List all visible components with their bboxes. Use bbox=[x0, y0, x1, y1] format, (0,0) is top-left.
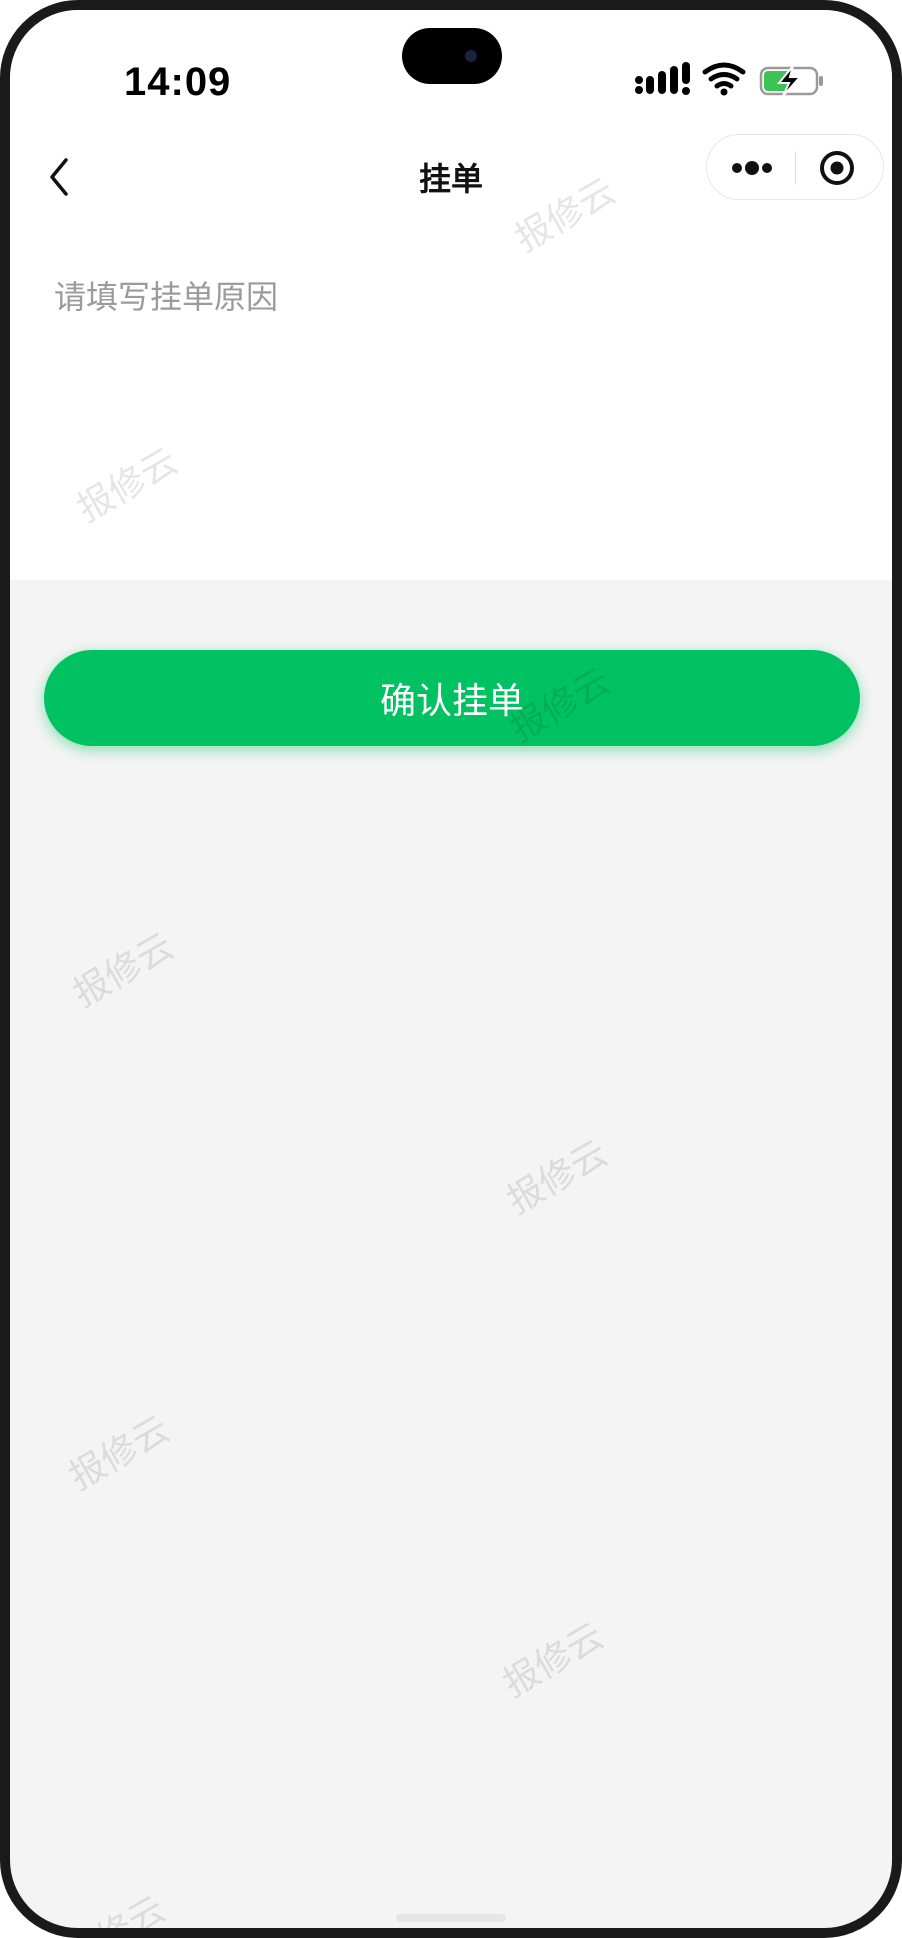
status-time: 14:09 bbox=[124, 60, 232, 104]
status-icons bbox=[635, 62, 823, 97]
watermark: 报修云 bbox=[500, 1132, 615, 1223]
reason-textarea[interactable] bbox=[54, 260, 854, 562]
confirm-hang-order-button[interactable]: 确认挂单 bbox=[44, 650, 860, 746]
wifi-icon bbox=[702, 62, 746, 89]
watermark: 报修云 bbox=[58, 1888, 173, 1938]
form-area: 14:09 挂单 请填写挂单原因 bbox=[10, 10, 892, 580]
watermark: 报修云 bbox=[496, 1615, 611, 1706]
battery-charging-icon bbox=[759, 65, 823, 97]
mini-program-capsule bbox=[706, 134, 884, 200]
home-indicator bbox=[396, 1914, 506, 1922]
watermark: 报修云 bbox=[66, 925, 181, 1016]
watermark: 报修云 bbox=[62, 1408, 177, 1499]
target-icon[interactable] bbox=[815, 147, 859, 189]
signal-icon bbox=[635, 62, 690, 95]
camera-icon bbox=[465, 50, 477, 62]
capsule-divider bbox=[795, 151, 796, 185]
phone-frame: 14:09 挂单 请填写挂单原因 确认挂单 报修云 报修云 报修云 报修云 报修… bbox=[0, 0, 902, 1938]
dynamic-island bbox=[402, 28, 502, 84]
more-icon[interactable] bbox=[725, 147, 779, 189]
